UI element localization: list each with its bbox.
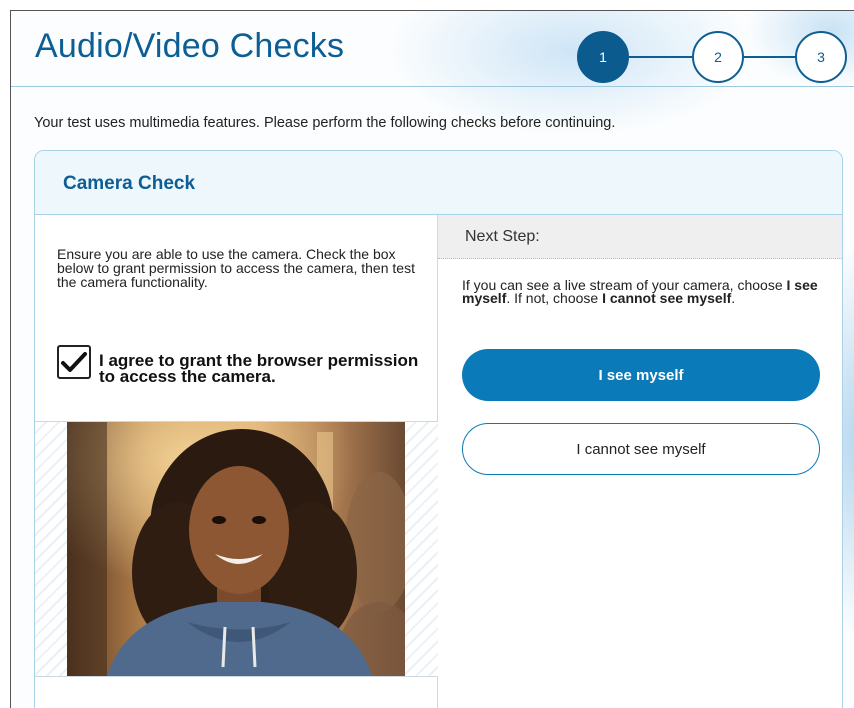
page-title: Audio/Video Checks [35, 27, 345, 65]
stepper-connector [744, 56, 795, 58]
next-step-text-part: . If not, choose [506, 290, 603, 306]
step-3-indicator: 3 [795, 31, 847, 83]
i-see-myself-button[interactable]: I see myself [462, 349, 820, 401]
camera-check-panel: Ensure you are able to use the camera. C… [35, 215, 438, 708]
consent-checkbox[interactable] [57, 345, 91, 379]
next-step-text-part: . [731, 290, 736, 306]
i-cannot-see-myself-button[interactable]: I cannot see myself [462, 423, 820, 475]
page: Audio/Video Checks 1 2 3 Your test uses … [10, 10, 854, 708]
next-step-instructions: If you can see a live stream of your cam… [462, 278, 832, 306]
stepper-connector [629, 56, 692, 58]
intro-text: Your test uses multimedia features. Plea… [34, 115, 616, 131]
checkmark-icon [61, 352, 87, 372]
camera-check-card: Camera Check Ensure you are able to use … [34, 150, 843, 708]
page-header: Audio/Video Checks 1 2 3 [11, 11, 854, 87]
camera-preview-area [35, 421, 438, 677]
camera-instructions: Ensure you are able to use the camera. C… [57, 246, 415, 290]
live-camera-feed-icon [67, 422, 405, 676]
consent-label[interactable]: I agree to grant the browser permission … [99, 352, 419, 385]
next-step-header: Next Step: [438, 215, 842, 259]
card-title: Camera Check [63, 173, 196, 194]
progress-stepper: 1 2 3 [577, 31, 847, 83]
card-header: Camera Check [35, 151, 842, 215]
step-2-indicator: 2 [692, 31, 744, 83]
next-step-text-bold: I cannot see myself [602, 290, 732, 306]
next-step-panel: Next Step: If you can see a live stream … [438, 215, 842, 708]
camera-feed-video [67, 422, 405, 676]
next-step-label: Next Step: [465, 228, 540, 245]
step-1-indicator: 1 [577, 31, 629, 83]
